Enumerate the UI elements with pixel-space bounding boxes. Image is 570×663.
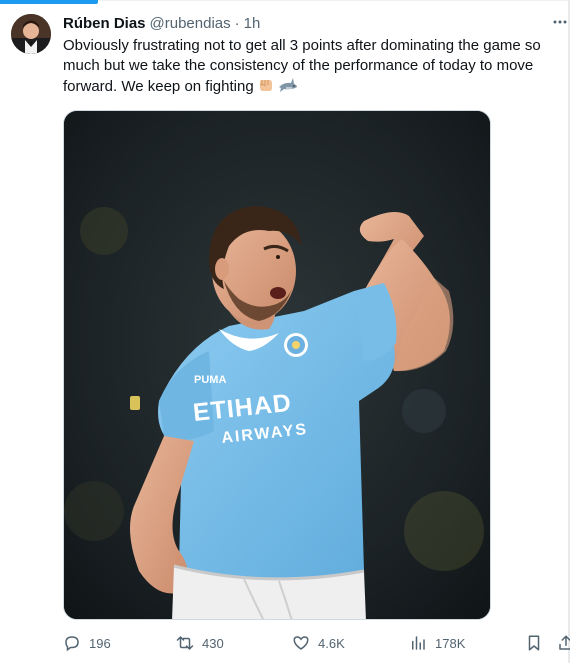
tweet-text: Obviously frustrating not to get all 3 p… — [63, 36, 563, 100]
reply-icon — [65, 636, 79, 652]
share-icon — [559, 635, 570, 650]
views-icon — [412, 636, 425, 650]
shark-icon — [278, 76, 298, 100]
avatar[interactable] — [11, 14, 51, 54]
like-count: 4.6K — [318, 635, 345, 651]
tweet-text-line: Obviously frustrating not to get all 3 p… — [63, 37, 541, 54]
avatar-image — [11, 14, 51, 54]
heart-icon — [293, 636, 309, 650]
view-count: 178K — [435, 635, 466, 651]
like-button[interactable]: 4.6K — [292, 630, 345, 656]
jersey-brand: PUMA — [194, 374, 226, 386]
tweet-text-line: forward. We keep on fighting — [63, 76, 563, 100]
tweet-header: Rúben Dias @rubendias · 1h — [63, 14, 260, 34]
fist-icon — [257, 76, 275, 100]
author-name[interactable]: Rúben Dias — [63, 14, 146, 34]
retweet-icon — [176, 636, 194, 650]
more-options-button[interactable] — [552, 12, 568, 32]
share-button[interactable] — [557, 630, 570, 656]
separator-dot: · — [234, 15, 240, 32]
views-button[interactable]: 178K — [409, 630, 465, 656]
action-bar: 196 430 4.6K 178K — [63, 630, 570, 656]
retweet-count: 430 — [202, 635, 224, 651]
timestamp[interactable]: 1h — [244, 14, 261, 34]
author-handle[interactable]: @rubendias — [150, 14, 231, 34]
retweet-button[interactable]: 430 — [176, 630, 224, 656]
tweet-photo[interactable]: PUMA ETIHAD AIRWAYS — [63, 110, 491, 620]
tweet-text-line-content: forward. We keep on fighting — [63, 78, 254, 95]
tweet-text-line: much but we take the consistency of the … — [63, 57, 534, 74]
bookmark-button[interactable] — [525, 630, 543, 656]
reply-count: 196 — [89, 635, 111, 651]
more-icon — [553, 20, 567, 24]
bookmark-icon — [528, 635, 540, 651]
active-tab-indicator — [0, 0, 98, 4]
player-photo: PUMA ETIHAD AIRWAYS — [64, 111, 490, 619]
reply-button[interactable]: 196 — [63, 630, 111, 656]
